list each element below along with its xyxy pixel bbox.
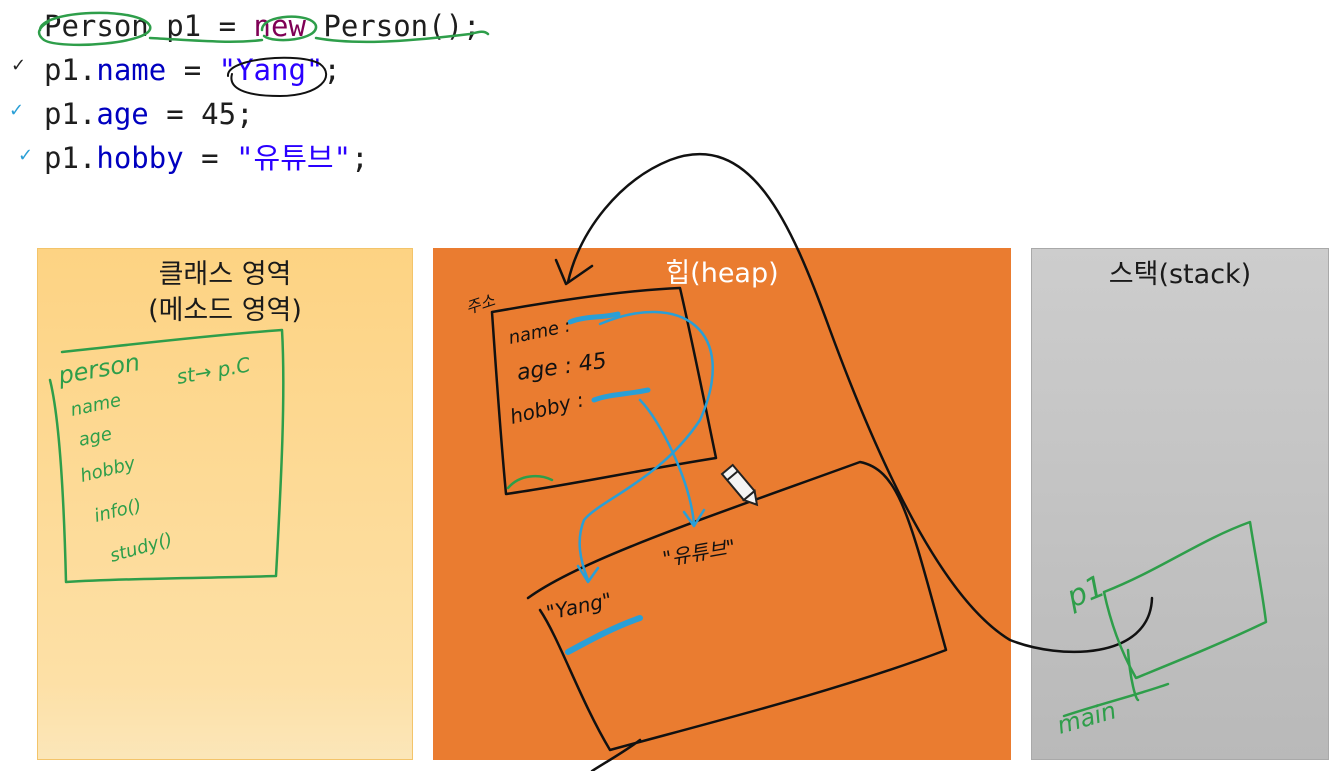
heap-green-mark <box>506 474 554 490</box>
static-label: st→ p.C <box>175 352 252 389</box>
blue-strike-hobby <box>591 387 651 403</box>
underline-annotation <box>148 30 490 44</box>
circle-new-annotation <box>260 15 318 42</box>
pencil-cursor-icon <box>720 463 759 507</box>
reference-arrow-tail <box>590 738 642 771</box>
heap-field-label: hobby : <box>507 387 586 428</box>
handwritten-annotations: person st→ p.C name age hobby info() stu… <box>37 11 1268 771</box>
member-label: hobby <box>78 453 138 487</box>
circle-yang-annotation <box>226 56 327 97</box>
member-label: name <box>69 390 123 421</box>
blue-underline-yang <box>565 615 643 655</box>
circle-person-annotation <box>37 11 152 47</box>
string-value-label: "유튜브" <box>661 535 738 571</box>
member-label: age <box>77 423 114 451</box>
blue-arrow-hobby <box>638 398 706 528</box>
member-label: info() <box>92 495 143 527</box>
member-label: study() <box>108 529 175 567</box>
stack-frame-label: main <box>1054 696 1119 739</box>
class-name-label: person <box>55 348 142 390</box>
heap-field-label: age : 45 <box>515 349 608 386</box>
stack-variable-label: p1 <box>1061 569 1110 616</box>
reference-arrow <box>554 153 1154 654</box>
heap-field-label: name : <box>507 315 573 349</box>
string-value-label: "Yang" <box>544 588 614 625</box>
